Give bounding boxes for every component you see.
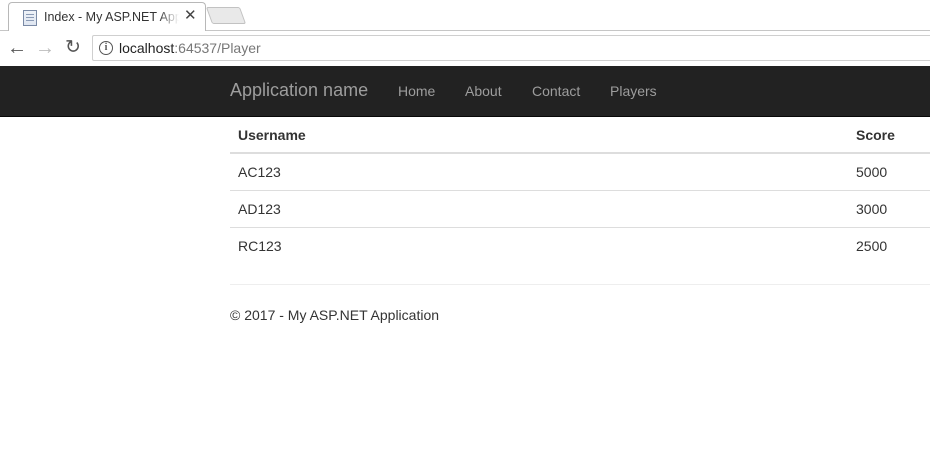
navbar-brand[interactable]: Application name [230,80,368,101]
username-cell: RC123 [238,237,282,254]
nav-link-about[interactable]: About [465,83,502,99]
browser-toolbar: ← → ↻ i localhost:64537/Player [0,31,930,66]
reload-icon[interactable]: ↻ [62,37,84,59]
tab-title: Index - My ASP.NET Application [44,10,179,24]
score-cell: 5000 [848,153,930,191]
nav-link-home[interactable]: Home [398,83,435,99]
table-header-row: Username Score [230,117,930,154]
column-header-score: Score [848,117,930,154]
url-text[interactable]: localhost:64537/Player [119,40,261,56]
forward-arrow-icon[interactable]: → [34,37,56,59]
score-cell: 3000 [848,190,930,228]
page-favicon-icon [23,10,37,26]
username-cell: AC123 [230,153,848,191]
nav-link-contact[interactable]: Contact [532,83,580,99]
footer-text: © 2017 - My ASP.NET Application [230,307,440,323]
new-tab-button[interactable] [205,7,247,24]
column-header-username: Username [230,117,848,154]
table-row: RC123 2500 [230,227,930,264]
site-navbar: Application name Home About Contact Play… [0,66,930,117]
nav-link-players[interactable]: Players [610,83,657,99]
back-arrow-icon[interactable]: ← [6,37,28,59]
info-icon[interactable]: i [99,41,113,55]
browser-tab[interactable]: Index - My ASP.NET Application ✕ [8,2,206,31]
table-row: AD123 3000 [230,190,930,228]
url-path: :64537/Player [174,40,261,56]
players-table: Username Score AC123 5000 AD123 3000 RC1… [230,117,930,264]
footer-divider [230,284,930,285]
url-host: localhost [119,40,175,56]
username-cell: AD123 [230,190,848,228]
browser-tabstrip: Index - My ASP.NET Application ✕ [0,0,930,31]
close-icon[interactable]: ✕ [184,7,197,24]
table-row: AC123 5000 [230,153,930,191]
address-bar[interactable]: i localhost:64537/Player [92,35,930,61]
score-cell: 2500 [856,237,888,254]
